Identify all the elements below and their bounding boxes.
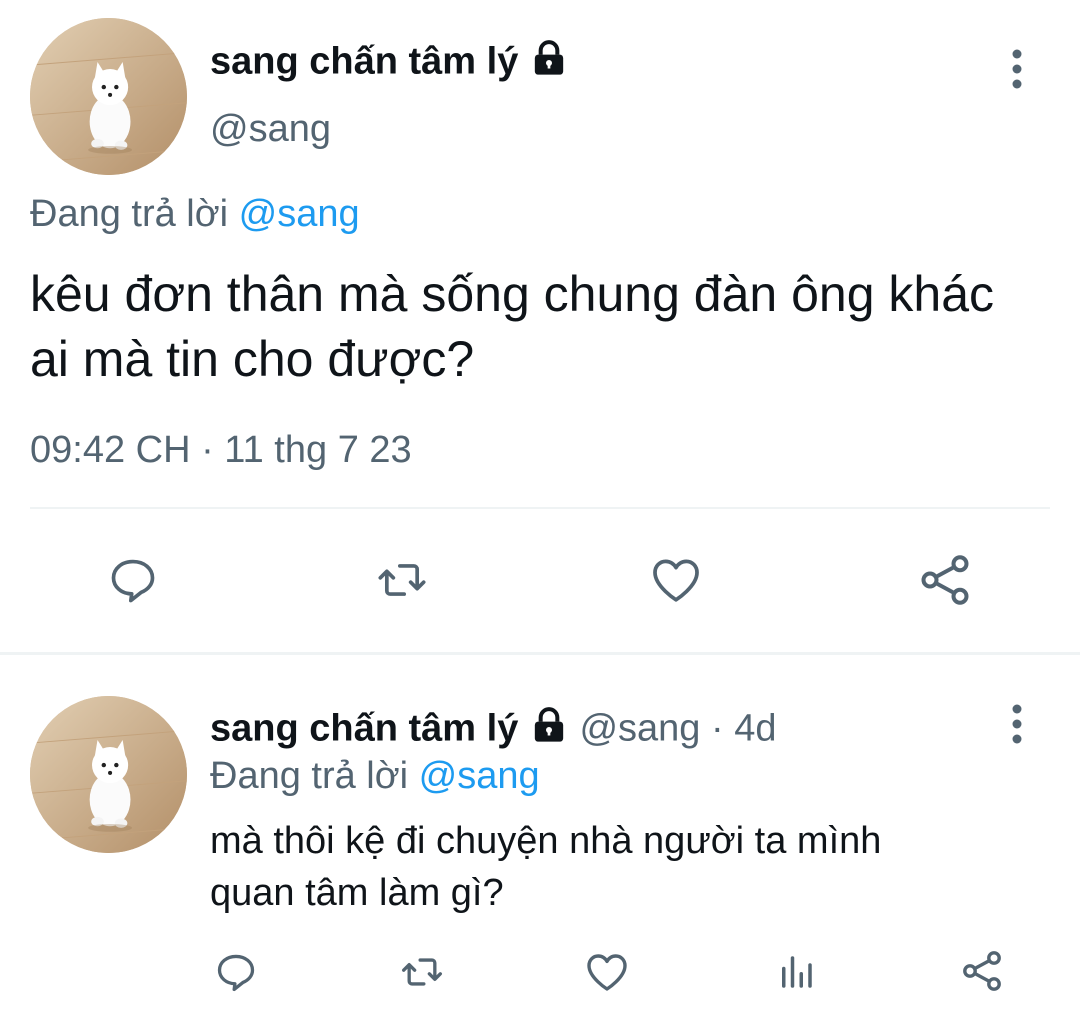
time-ago: · 4d — [711, 707, 777, 750]
replying-mention[interactable]: @sang — [239, 193, 360, 235]
replying-to: Đang trả lời @sang — [30, 191, 360, 237]
like-button[interactable] — [643, 550, 709, 610]
replying-to: Đang trả lời @sang — [210, 753, 540, 799]
replying-prefix: Đang trả lời — [30, 193, 229, 235]
share-button[interactable] — [956, 944, 1008, 998]
reply-button[interactable] — [210, 946, 262, 998]
lock-icon — [529, 705, 569, 756]
reply-icon — [217, 954, 255, 992]
dog-photo-icon — [30, 18, 187, 175]
author-name-text[interactable]: sang chấn tâm lý — [210, 708, 518, 750]
replying-mention[interactable]: @sang — [419, 755, 540, 797]
share-icon — [921, 555, 969, 605]
tweet-text-line: ai mà tin cho được? — [30, 331, 475, 387]
more-vertical-icon[interactable] — [1004, 703, 1030, 747]
divider — [30, 507, 1050, 509]
like-button[interactable] — [580, 946, 634, 998]
section-separator — [0, 652, 1080, 655]
retweet-button[interactable] — [367, 550, 437, 610]
author-handle[interactable]: @sang — [210, 106, 331, 152]
author-handle[interactable]: @sang — [579, 708, 700, 750]
tweet-text-line: kêu đơn thân mà sống chung đàn ông khác — [30, 266, 995, 322]
replying-prefix: Đang trả lời — [210, 755, 409, 797]
retweet-icon — [378, 564, 426, 596]
tweet-text: kêu đơn thân mà sống chung đàn ông khác … — [30, 262, 994, 392]
like-icon — [587, 954, 627, 991]
author-name-text[interactable]: sang chấn tâm lý — [210, 41, 518, 83]
more-vertical-icon[interactable] — [1004, 48, 1030, 92]
tweet-text: mà thôi kệ đi chuyện nhà người ta mình q… — [210, 815, 881, 919]
reply-button[interactable] — [100, 550, 166, 610]
share-button[interactable] — [913, 550, 977, 610]
reply-icon — [111, 559, 155, 603]
tweet-text-line: quan tâm làm gì? — [210, 872, 504, 914]
retweet-icon — [402, 958, 442, 986]
avatar[interactable] — [30, 18, 187, 175]
retweet-button[interactable] — [393, 946, 451, 998]
views-button[interactable] — [773, 946, 819, 998]
avatar[interactable] — [30, 696, 187, 853]
like-icon — [653, 559, 699, 602]
views-icon — [782, 956, 812, 988]
reply-header[interactable]: sang chấn tâm lý @sang · 4d — [210, 705, 776, 756]
dog-photo-icon — [30, 696, 187, 853]
timestamp[interactable]: 09:42 CH · 11 thg 7 23 — [30, 427, 412, 473]
author-name[interactable]: sang chấn tâm lý — [210, 38, 569, 89]
lock-icon — [529, 38, 569, 89]
share-icon — [963, 951, 1001, 991]
tweet-text-line: mà thôi kệ đi chuyện nhà người ta mình — [210, 820, 882, 862]
